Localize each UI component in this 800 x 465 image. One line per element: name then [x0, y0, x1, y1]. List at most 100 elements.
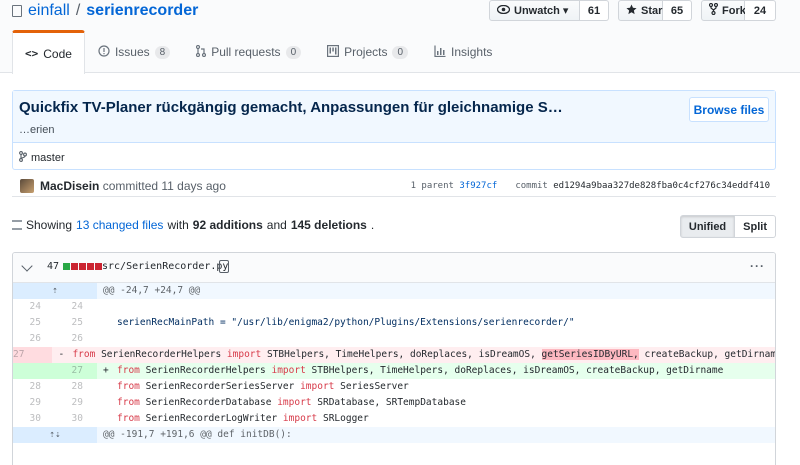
forks-count[interactable]: 24 [745, 0, 776, 21]
commit-title: Quickfix TV-Planer rückgängig gemacht, A… [19, 99, 563, 116]
line-code: - from SerienRecorderHelpers import STBHe… [52, 347, 775, 363]
tab-code[interactable]: <> Code [12, 30, 85, 74]
new-line-number[interactable]: 27 [55, 363, 97, 379]
old-line-number[interactable]: 26 [13, 331, 55, 347]
star-label: Star [641, 4, 663, 17]
repo-nav: <> Code Issues 8 Pull requests 0 Project… [12, 30, 505, 74]
old-line-number[interactable]: 29 [13, 395, 55, 411]
project-icon [327, 44, 340, 60]
toc-with: with [167, 218, 189, 232]
new-line-number[interactable]: 25 [55, 315, 97, 331]
tab-pull-requests-label: Pull requests [211, 45, 281, 59]
fork-group: Fork 24 [701, 0, 776, 21]
old-line-number[interactable]: 30 [13, 411, 55, 427]
star-button[interactable]: Star [618, 0, 663, 21]
old-line-number[interactable] [13, 363, 55, 379]
star-icon [626, 3, 637, 18]
file-path[interactable]: src/SerienRecorder.py [102, 261, 228, 272]
file-change-count: 47 [47, 261, 60, 272]
diffstat-bars [63, 263, 102, 270]
split-button[interactable]: Split [735, 215, 776, 238]
projects-counter: 0 [392, 45, 409, 59]
new-line-number[interactable]: 26 [55, 331, 97, 347]
tab-insights-label: Insights [451, 45, 493, 59]
line-code: from SerienRecorderLogWriter import SRLo… [117, 413, 369, 424]
changed-files-link[interactable]: 13 changed files [76, 218, 163, 232]
expand-both-icon[interactable]: ⇡⇣ [13, 427, 97, 443]
unified-button[interactable]: Unified [679, 215, 736, 238]
repo-owner-link[interactable]: einfall [28, 2, 70, 20]
branch-name[interactable]: master [31, 152, 65, 164]
old-line-number[interactable]: 28 [13, 379, 55, 395]
tab-issues[interactable]: Issues 8 [85, 30, 183, 73]
code-icon: <> [25, 47, 39, 60]
new-line-number[interactable] [38, 347, 53, 363]
unwatch-label: Unwatch ▾ [514, 5, 569, 17]
commit-shas: 1 parent 3f927cf commit ed1294a9baa327de… [411, 181, 770, 191]
watch-group: Unwatch ▾ 61 [489, 0, 609, 21]
toc-suffix: . [370, 218, 375, 232]
diffstat-bar-deleted [87, 263, 94, 270]
file-actions-menu[interactable]: ··· [750, 259, 765, 273]
diff-line: 28 28 from SerienRecorderSeriesServer im… [13, 379, 775, 395]
hunk-header: ⇡ @@ -24,7 +24,7 @@ [13, 283, 775, 299]
deletions-count: 145 deletions [290, 218, 367, 232]
commit-meta: MacDisein committed 11 days ago 1 parent… [12, 175, 776, 197]
old-line-number[interactable]: 25 [13, 315, 55, 331]
tab-code-label: Code [43, 46, 72, 61]
commit-author: MacDisein committed 11 days ago [40, 179, 226, 193]
issues-counter: 8 [154, 45, 171, 59]
commit-description: …erien [19, 124, 55, 136]
commit-time: committed 11 days ago [102, 179, 226, 193]
repo-name-link[interactable]: serienrecorder [86, 2, 198, 20]
diff-line: 25 25 serienRecMainPath = "/usr/lib/enig… [13, 315, 775, 331]
tab-insights[interactable]: Insights [421, 30, 505, 73]
stargazers-count[interactable]: 65 [663, 0, 692, 21]
file-diff: 47 src/SerienRecorder.py ··· ⇡ @@ -24,7 … [12, 252, 776, 465]
hunk-header: ⇡⇣ @@ -191,7 +191,6 @@ def initDB(): [13, 427, 775, 443]
diff-summary: Showing 13 changed files with 92 additio… [12, 218, 374, 232]
new-line-number[interactable]: 28 [55, 379, 97, 395]
author-name[interactable]: MacDisein [40, 179, 99, 193]
old-line-number[interactable]: 27 [13, 347, 39, 363]
new-line-number[interactable]: 29 [55, 395, 97, 411]
watchers-count[interactable]: 61 [580, 0, 609, 21]
expand-up-icon[interactable]: ⇡ [13, 283, 97, 299]
diffstat-bar-deleted [71, 263, 78, 270]
new-line-number[interactable]: 24 [55, 299, 97, 315]
browse-files-button[interactable]: Browse files [689, 97, 769, 122]
file-list-icon [12, 220, 22, 230]
tab-projects[interactable]: Projects 0 [314, 30, 421, 73]
commit-sha: ed1294a9baa327de828fba0c4cf276c34eddf410 [553, 181, 770, 191]
chevron-down-icon[interactable] [21, 260, 33, 272]
repo-actions: Unwatch ▾ 61 Star 65 Fork 24 [489, 0, 776, 21]
repo-icon [12, 5, 22, 17]
diff-line: 29 29 from SerienRecorderDatabase import… [13, 395, 775, 411]
old-line-number[interactable]: 24 [13, 299, 55, 315]
new-line-number[interactable]: 30 [55, 411, 97, 427]
unwatch-button[interactable]: Unwatch ▾ [489, 0, 580, 21]
toc-prefix: Showing [26, 218, 73, 232]
additions-count: 92 additions [192, 218, 263, 232]
tab-pull-requests[interactable]: Pull requests 0 [183, 30, 314, 73]
repo-header: einfall / serienrecorder Unwatch ▾ 61 St… [0, 0, 800, 74]
fork-label: Fork [722, 4, 746, 17]
line-code: from SerienRecorderSeriesServer import S… [117, 381, 409, 392]
diff-view-toggle: Unified Split [679, 215, 776, 238]
file-header: 47 src/SerienRecorder.py ··· [13, 253, 775, 283]
commit-box: Quickfix TV-Planer rückgängig gemacht, A… [12, 90, 776, 170]
clipboard-icon[interactable] [219, 260, 229, 273]
parent-label: 1 parent [410, 181, 454, 191]
pull-request-icon [196, 44, 207, 60]
pull-requests-counter: 0 [285, 45, 302, 59]
parent-sha-link[interactable]: 3f927cf [459, 181, 497, 191]
line-code: serienRecMainPath = "/usr/lib/enigma2/py… [117, 317, 575, 328]
fork-icon [708, 2, 719, 18]
author-avatar[interactable] [20, 179, 34, 193]
tab-projects-label: Projects [344, 45, 388, 59]
issue-icon [98, 44, 110, 60]
diffstat-bar-added [63, 263, 70, 270]
fork-button[interactable]: Fork [701, 0, 746, 21]
